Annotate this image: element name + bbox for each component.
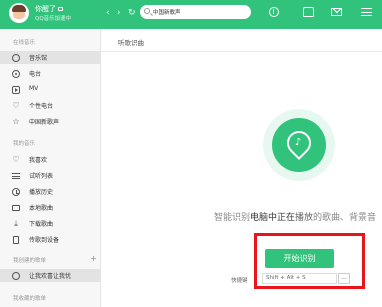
sidebar-item-label: 电台 xyxy=(29,71,42,78)
section-online-music: 在线音乐 xyxy=(13,40,36,46)
sidebar-item-label: 本地歌曲 xyxy=(29,205,54,212)
sidebar-item-label: 传歌到设备 xyxy=(29,237,60,244)
sidebar-item-label: 试听列表 xyxy=(29,173,54,180)
sidebar-item-downloads[interactable]: ⤓ 下载歌曲 xyxy=(0,217,100,230)
username-label: 你醒了 xyxy=(35,5,56,13)
status-suffix: 的歌曲、背景音 xyxy=(313,213,377,223)
chevron-right-icon[interactable]: › xyxy=(117,6,121,20)
sidebar-item-mv[interactable]: MV xyxy=(0,83,100,96)
sidebar-item-playlist[interactable]: 让我欢喜让我忧 xyxy=(0,269,100,282)
sidebar-item-trial-list[interactable]: 试听列表 xyxy=(0,169,100,182)
sidebar-item-favorites[interactable]: ♡ 我喜欢 xyxy=(0,153,100,166)
music-hall-icon xyxy=(12,54,20,62)
section-created-playlists: 我创建的歌单 xyxy=(13,258,47,264)
search-icon xyxy=(144,8,150,14)
star-icon: ☆ xyxy=(12,117,20,126)
sidebar: 在线音乐 音乐馆 电台 MV ♡ 个性电台 ☆ 中国新歌声 我的音乐 ♡ 我喜欢… xyxy=(0,29,101,307)
sidebar-item-label: MV xyxy=(29,85,39,92)
avatar[interactable] xyxy=(9,3,29,23)
sidebar-item-label: 个性电台 xyxy=(29,103,54,110)
heart-icon: ♡ xyxy=(12,155,20,164)
start-recognize-button[interactable]: 开始识别 xyxy=(265,249,334,268)
sidebar-item-history[interactable]: 播放历史 xyxy=(0,185,100,198)
section-collected-playlists: 我收藏的歌单 xyxy=(13,296,47,302)
sidebar-item-transfer[interactable]: 传歌到设备 xyxy=(0,233,100,246)
sidebar-item-label: 让我欢喜让我忧 xyxy=(29,273,72,280)
folder-icon xyxy=(12,205,20,211)
sidebar-item-music-hall[interactable]: 音乐馆 xyxy=(0,51,100,64)
radio-icon xyxy=(12,70,20,78)
status-prefix: 智能识别 xyxy=(214,213,251,223)
user-icon xyxy=(12,272,20,280)
list-icon xyxy=(12,173,20,179)
mv-icon xyxy=(12,86,20,94)
divider xyxy=(101,51,382,52)
search-value: 中国新歌声 xyxy=(153,10,181,16)
shortcut-input[interactable]: Shift + Alt + S xyxy=(262,273,337,284)
add-playlist-icon[interactable]: + xyxy=(90,254,97,263)
sidebar-item-label: 我喜欢 xyxy=(29,157,48,164)
sidebar-item-new-voice[interactable]: ☆ 中国新歌声 xyxy=(0,115,100,128)
status-text: 智能识别电脑中正在播放的歌曲、背景音 xyxy=(214,210,376,223)
chevron-left-icon[interactable]: ‹ xyxy=(106,6,110,20)
status-em1: 电脑中正在 xyxy=(250,213,296,223)
search-input[interactable]: 中国新歌声 xyxy=(140,5,251,19)
sidebar-item-local[interactable]: 本地歌曲 xyxy=(0,201,100,214)
heart-icon: ♡ xyxy=(12,101,20,110)
clock-icon xyxy=(12,188,20,196)
sidebar-item-personal-radio[interactable]: ♡ 个性电台 xyxy=(0,99,100,112)
music-note-icon: ♪ xyxy=(294,137,302,148)
top-bar: 你醒了 QQ音乐加速中 ‹ › ↻ 中国新歌声 xyxy=(0,0,382,29)
shortcut-more-button[interactable]: ... xyxy=(338,273,350,284)
sidebar-item-label: 中国新歌声 xyxy=(29,119,60,126)
page-title: 听歌识曲 xyxy=(118,39,144,47)
status-em2: 播放 xyxy=(295,213,314,223)
sub-status: QQ音乐加速中 xyxy=(35,16,72,22)
sidebar-item-label: 音乐馆 xyxy=(29,55,48,62)
skin-icon[interactable] xyxy=(303,7,314,17)
sidebar-item-radio[interactable]: 电台 xyxy=(0,67,100,80)
refresh-icon[interactable]: ↻ xyxy=(128,6,136,20)
username[interactable]: 你醒了 xyxy=(35,4,63,14)
power-icon[interactable] xyxy=(269,7,279,17)
section-my-music: 我的音乐 xyxy=(13,141,36,147)
sidebar-item-label: 下载歌曲 xyxy=(29,221,54,228)
vip-tag-icon xyxy=(58,7,63,11)
shortcut-label: 快捷键 xyxy=(231,278,248,284)
sidebar-item-label: 播放历史 xyxy=(29,189,54,196)
phone-icon xyxy=(13,236,19,244)
menu-icon[interactable] xyxy=(361,8,372,16)
download-icon: ⤓ xyxy=(14,219,18,228)
mail-icon[interactable] xyxy=(331,8,342,16)
